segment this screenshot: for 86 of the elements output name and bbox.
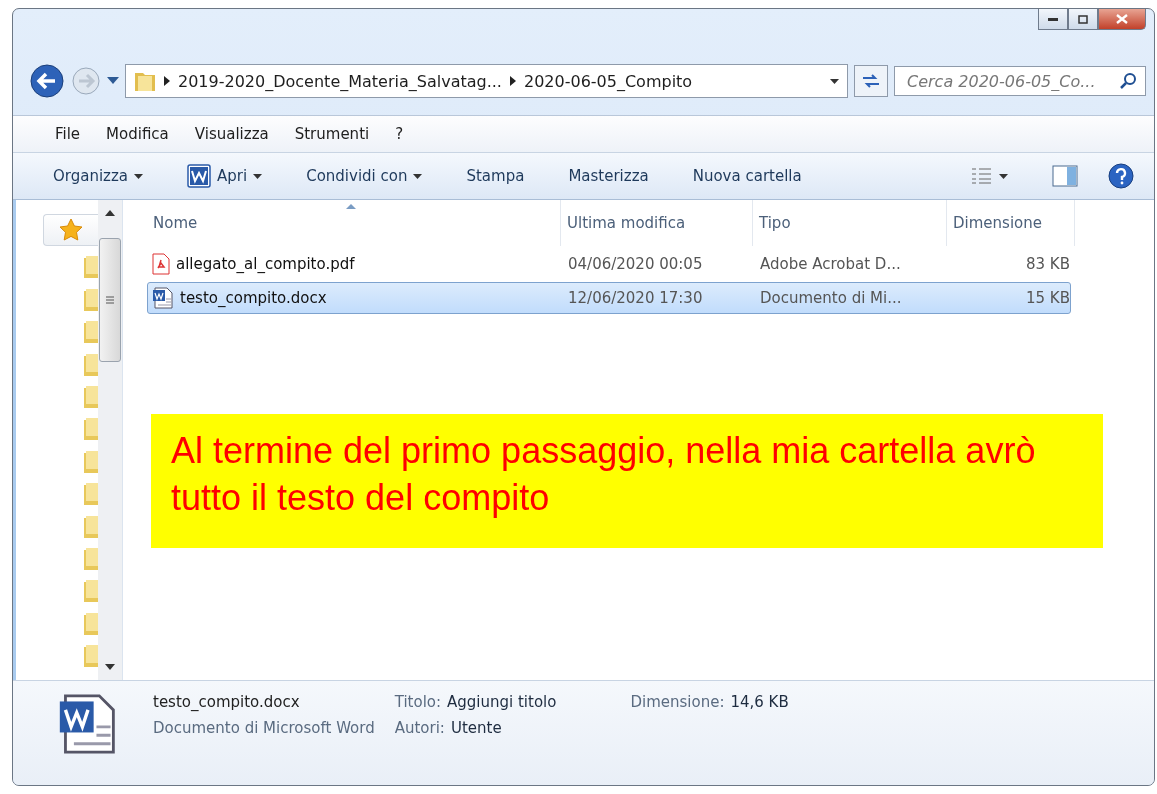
sort-arrow-icon bbox=[346, 204, 356, 209]
type-cell-text: Adobe Acrobat D... bbox=[759, 255, 902, 273]
dropdown-caret-icon bbox=[830, 78, 839, 84]
toolbar-button[interactable]: Stampa bbox=[466, 167, 525, 185]
close-icon bbox=[1116, 14, 1128, 24]
preview-pane-icon bbox=[1052, 165, 1078, 187]
property-value[interactable]: Utente bbox=[450, 719, 502, 737]
word-document-icon bbox=[152, 287, 174, 309]
property-label: Autori: bbox=[394, 719, 445, 737]
breadcrumb[interactable]: 2020-06-05_Compito bbox=[523, 71, 693, 91]
pdf-file-icon bbox=[152, 253, 170, 275]
column-header[interactable]: Ultima modifica bbox=[561, 200, 753, 246]
menu-item[interactable]: Modifica bbox=[106, 125, 169, 143]
file-row[interactable]: allegato_al_compito.pdf 04/06/2020 00:05 Adobe Acrobat D... 83 KB bbox=[147, 248, 1071, 280]
folder-icon bbox=[134, 70, 156, 92]
property-label: Dimensione: bbox=[630, 693, 725, 711]
help-icon bbox=[1108, 163, 1134, 189]
search-field[interactable]: Cerca 2020-06-05_Co... bbox=[894, 66, 1146, 96]
maximize-icon bbox=[1078, 14, 1088, 24]
menu-item[interactable]: Visualizza bbox=[194, 125, 269, 143]
scroll-up-icon bbox=[105, 210, 115, 216]
folder-icon[interactable] bbox=[84, 321, 98, 344]
column-header[interactable]: Tipo bbox=[753, 200, 947, 246]
folder-icon[interactable] bbox=[84, 515, 98, 538]
chevron-icon bbox=[509, 76, 516, 86]
type-cell-text: Documento di Mi... bbox=[759, 289, 903, 307]
folder-icon[interactable] bbox=[84, 612, 98, 635]
menu-item[interactable]: Strumenti bbox=[294, 125, 370, 143]
folder-icon[interactable] bbox=[84, 580, 98, 603]
file-type: Documento di Microsoft Word bbox=[153, 719, 375, 737]
folder-icon[interactable] bbox=[84, 547, 98, 570]
file-row[interactable]: testo_compito.docx 12/06/2020 17:30 Documento di Mi... 15 KB bbox=[147, 282, 1071, 314]
history-dropdown-icon[interactable] bbox=[107, 77, 119, 85]
toolbar-button[interactable]: Apri bbox=[187, 164, 263, 188]
property-value: 14,6 KB bbox=[730, 693, 789, 711]
caret-icon bbox=[999, 173, 1008, 179]
minimize-button[interactable] bbox=[1038, 9, 1068, 30]
toolbar-button[interactable]: Nuova cartella bbox=[692, 167, 802, 185]
minimize-icon bbox=[1048, 17, 1058, 21]
preview-pane-button[interactable] bbox=[1052, 165, 1078, 187]
close-button[interactable] bbox=[1098, 9, 1146, 30]
search-icon bbox=[1120, 72, 1138, 90]
file-name: allegato_al_compito.pdf bbox=[176, 255, 355, 273]
caret-icon bbox=[134, 173, 144, 179]
folder-icon[interactable] bbox=[84, 645, 98, 668]
caret-icon bbox=[253, 173, 263, 179]
chevron-icon bbox=[164, 76, 170, 86]
modified-cell-text: 04/06/2020 00:05 bbox=[567, 255, 704, 273]
folder-icon[interactable] bbox=[84, 418, 98, 441]
forward-button[interactable] bbox=[71, 66, 101, 96]
folder-icon[interactable] bbox=[84, 288, 98, 311]
folder-icon[interactable] bbox=[84, 256, 98, 279]
folder-icon[interactable] bbox=[84, 450, 98, 473]
menu-item[interactable]: File bbox=[55, 125, 81, 143]
size-cell-text: 83 KB bbox=[1025, 255, 1071, 273]
grip-icon bbox=[106, 296, 114, 304]
breadcrumb[interactable]: 2019-2020_Docente_Materia_Salvatag... bbox=[178, 71, 502, 91]
file-name: testo_compito.docx bbox=[153, 693, 301, 711]
toolbar-button[interactable]: Condividi con bbox=[306, 167, 423, 185]
scrollbar[interactable] bbox=[98, 200, 122, 680]
star-icon bbox=[59, 218, 83, 242]
column-header[interactable]: Dimensione bbox=[947, 200, 1075, 246]
address-bar[interactable]: 2019-2020_Docente_Materia_Salvatag... 2020-06-05_Compito bbox=[125, 64, 848, 98]
toolbar-button[interactable]: Masterizza bbox=[568, 167, 649, 185]
back-button[interactable] bbox=[29, 63, 65, 99]
caret-icon bbox=[413, 173, 423, 179]
maximize-button[interactable] bbox=[1068, 9, 1098, 30]
favorites-item[interactable] bbox=[43, 214, 98, 246]
scroll-down-icon bbox=[105, 664, 115, 670]
folder-icon[interactable] bbox=[84, 385, 98, 408]
folder-icon[interactable] bbox=[84, 353, 98, 376]
modified-cell-text: 12/06/2020 17:30 bbox=[567, 289, 704, 307]
folder-icon[interactable] bbox=[84, 483, 98, 506]
file-name: testo_compito.docx bbox=[180, 289, 327, 307]
size-cell-text: 15 KB bbox=[1025, 289, 1071, 307]
word-icon bbox=[187, 164, 212, 188]
property-value[interactable]: Aggiungi titolo bbox=[447, 693, 557, 711]
help-button[interactable] bbox=[1108, 163, 1134, 189]
refresh-button[interactable] bbox=[854, 65, 888, 97]
annotation-note: Al termine del primo passaggio, nella mia cartella avrò tutto il testo del compito bbox=[151, 414, 1103, 548]
property-label: Titolo: bbox=[394, 693, 442, 711]
menu-item[interactable]: ? bbox=[395, 125, 404, 143]
toolbar-button[interactable]: Organizza bbox=[53, 167, 144, 185]
list-view-icon bbox=[971, 167, 993, 185]
view-options-button[interactable] bbox=[971, 167, 1008, 185]
column-header[interactable]: Nome bbox=[147, 200, 561, 246]
